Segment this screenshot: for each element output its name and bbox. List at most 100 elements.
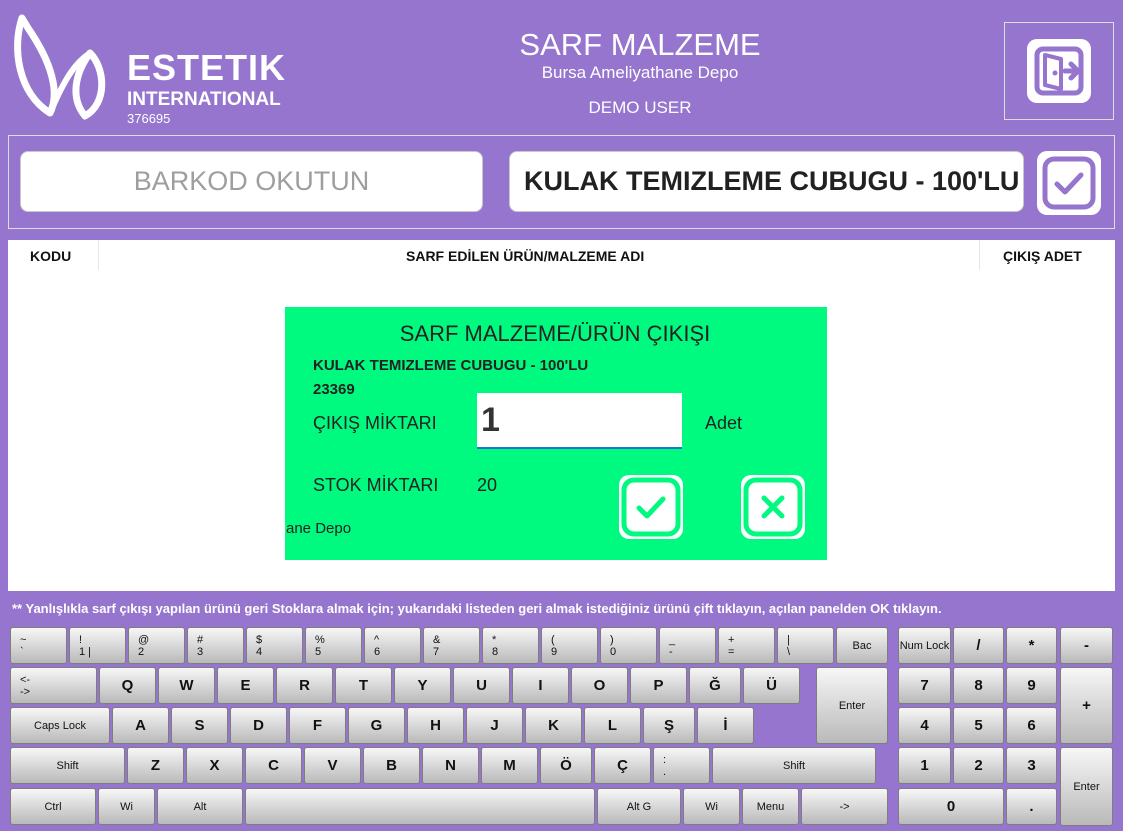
key-u-umlaut[interactable]: Ü [743, 667, 800, 704]
key-f[interactable]: F [289, 707, 346, 744]
key-menu[interactable]: Menu [742, 788, 799, 825]
key-alt-gr[interactable]: Alt G [597, 788, 681, 825]
key-num-enter[interactable]: Enter [1060, 747, 1113, 826]
dialog-ok-button[interactable] [619, 475, 683, 539]
key-s-cedilla[interactable]: Ş [643, 707, 695, 744]
key-num-plus[interactable]: + [1060, 667, 1113, 744]
key-backspace[interactable]: Bac [836, 627, 888, 664]
product-name-field[interactable]: KULAK TEMIZLEME CUBUGU - 100'LU [509, 151, 1024, 212]
dialog-product-code: 23369 [313, 381, 355, 398]
key-n[interactable]: N [422, 747, 479, 784]
key-num-1[interactable]: 1 [898, 747, 951, 784]
key-8[interactable]: * 8 [482, 627, 539, 664]
user-name: DEMO USER [588, 98, 692, 117]
key-p[interactable]: P [630, 667, 687, 704]
key-9[interactable]: (9 [541, 627, 598, 664]
key-num-multiply[interactable]: * [1006, 627, 1057, 664]
key-w[interactable]: W [158, 667, 215, 704]
key-i-dotted[interactable]: İ [697, 707, 754, 744]
brand-code: 376695 [127, 111, 171, 126]
key-num-5[interactable]: 5 [953, 707, 1004, 744]
key-o[interactable]: O [571, 667, 628, 704]
key-j[interactable]: J [466, 707, 523, 744]
key-g[interactable]: G [348, 707, 405, 744]
key-windows-right[interactable]: Wi [683, 788, 740, 825]
key-i[interactable]: I [512, 667, 569, 704]
key-c[interactable]: C [245, 747, 302, 784]
app-title: SARF MALZEME [519, 27, 761, 62]
key-h[interactable]: H [407, 707, 464, 744]
key-num-4[interactable]: 4 [898, 707, 951, 744]
key-k[interactable]: K [525, 707, 582, 744]
key-num-divide[interactable]: / [953, 627, 1004, 664]
key-x[interactable]: X [186, 747, 243, 784]
key-windows-left[interactable]: Wi [98, 788, 155, 825]
key-4[interactable]: $4 [246, 627, 303, 664]
key-num-decimal[interactable]: . [1006, 788, 1057, 825]
stock-label: STOK MİKTARI [313, 475, 439, 495]
key-num-0[interactable]: 0 [898, 788, 1004, 825]
key-num-8[interactable]: 8 [953, 667, 1004, 704]
key-g-breve[interactable]: Ğ [689, 667, 741, 704]
key-shift-left[interactable]: Shift [10, 747, 125, 784]
key-e[interactable]: E [217, 667, 274, 704]
key-q[interactable]: Q [99, 667, 156, 704]
key-minus[interactable]: _ - [659, 627, 716, 664]
key-l[interactable]: L [584, 707, 641, 744]
key-u[interactable]: U [453, 667, 510, 704]
key-tab[interactable]: <- -> [10, 667, 97, 704]
dialog-product-name: KULAK TEMIZLEME CUBUGU - 100'LU [313, 357, 589, 374]
brand-name: ESTETIK [127, 47, 287, 88]
key-space[interactable] [245, 788, 595, 825]
quantity-input[interactable] [477, 393, 682, 449]
key-y[interactable]: Y [394, 667, 451, 704]
key-num-6[interactable]: 6 [1006, 707, 1057, 744]
key-c-cedilla[interactable]: Ç [594, 747, 651, 784]
key-m[interactable]: M [481, 747, 538, 784]
key-5[interactable]: % 5 [305, 627, 362, 664]
key-d[interactable]: D [230, 707, 287, 744]
key-3[interactable]: #3 [187, 627, 244, 664]
instruction-note: ** Yanlışlıkla sarf çıkışı yapılan ürünü… [12, 601, 942, 616]
barcode-input[interactable]: BARKOD OKUTUN [20, 151, 483, 212]
key-ctrl[interactable]: Ctrl [10, 788, 96, 825]
key-7[interactable]: & 7 [423, 627, 480, 664]
key-6[interactable]: ^ 6 [364, 627, 421, 664]
key-tilde[interactable]: ~ ` [10, 627, 67, 664]
dialog-cancel-button[interactable] [741, 475, 805, 539]
key-equals[interactable]: + = [718, 627, 775, 664]
key-colon[interactable]: :. [653, 747, 710, 784]
key-shift-right[interactable]: Shift [712, 747, 876, 784]
key-o-umlaut[interactable]: Ö [540, 747, 592, 784]
key-caps-lock[interactable]: Caps Lock [10, 707, 110, 744]
key-backslash[interactable]: | \ [777, 627, 834, 664]
key-num-9[interactable]: 9 [1006, 667, 1057, 704]
key-num-2[interactable]: 2 [953, 747, 1004, 784]
brand-subname: INTERNATIONAL [127, 89, 281, 110]
depot-text: ane Depo [286, 520, 352, 537]
key-enter[interactable]: Enter [816, 667, 888, 744]
key-r[interactable]: R [276, 667, 333, 704]
key-alt[interactable]: Alt [157, 788, 243, 825]
key-num-7[interactable]: 7 [898, 667, 951, 704]
key-num-lock[interactable]: Num Lock [898, 627, 951, 664]
key-b[interactable]: B [363, 747, 420, 784]
key-a[interactable]: A [112, 707, 169, 744]
key-1[interactable]: ! 1 | [69, 627, 126, 664]
key-t[interactable]: T [335, 667, 392, 704]
key-0[interactable]: ) 0 [600, 627, 657, 664]
key-2[interactable]: @2 [128, 627, 185, 664]
quantity-label: ÇIKIŞ MİKTARI [313, 413, 437, 433]
unit-label: Adet [705, 413, 743, 433]
key-num-minus[interactable]: - [1060, 627, 1113, 664]
check-icon [1042, 156, 1096, 210]
key-z[interactable]: Z [127, 747, 184, 784]
exit-button[interactable] [1027, 39, 1091, 103]
key-arrow-right[interactable]: -> [801, 788, 888, 825]
key-v[interactable]: V [304, 747, 361, 784]
key-num-3[interactable]: 3 [1006, 747, 1057, 784]
stock-value: 20 [477, 475, 498, 495]
confirm-product-button[interactable] [1037, 151, 1101, 215]
key-s[interactable]: S [171, 707, 228, 744]
column-divider [979, 240, 980, 270]
